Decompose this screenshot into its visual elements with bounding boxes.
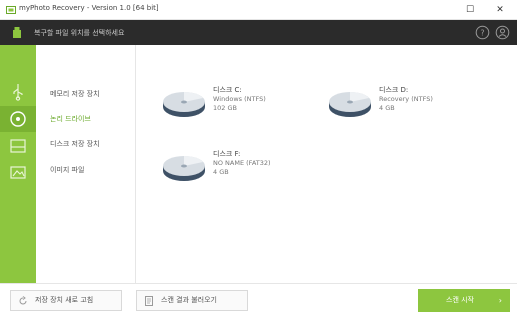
drive-card-d[interactable]: 디스크 D: Recovery (NTFS) 4 GB [327,83,507,127]
drive-name: 디스크 F: [213,150,241,158]
sidebar-menu: 메모리 저장 장치 논리 드라이브 디스크 저장 장치 이미지 파일 [36,45,136,283]
drive-list: 디스크 C: Windows (NTFS) 102 GB 디스크 D: Reco… [137,45,517,283]
usb-device-icon [13,27,21,38]
sidebar-item-logical-drive[interactable]: 논리 드라이브 [50,112,91,126]
drive-card-f[interactable]: 디스크 F: NO NAME (FAT32) 4 GB [161,147,341,191]
load-scan-results-label: 스캔 결과 불러오기 [161,296,217,304]
window-title: myPhoto Recovery - Version 1.0 [64 bit] [19,4,159,12]
hard-disk-icon[interactable] [9,137,27,155]
sidebar-icon-rail [0,45,36,283]
footer-bar: 저장 장치 새로 고침 스캔 결과 불러오기 스캔 시작 › [0,283,517,316]
refresh-icon [19,296,27,305]
refresh-devices-label: 저장 장치 새로 고침 [35,296,94,304]
refresh-devices-button[interactable]: 저장 장치 새로 고침 [10,290,122,311]
header-bar: 복구할 파일 위치를 선택하세요 ? [0,20,517,45]
drive-label: NO NAME (FAT32) [213,159,271,167]
drive-name: 디스크 D: [379,86,409,94]
maximize-button[interactable]: ☐ [461,2,479,18]
logical-drive-icon[interactable] [9,110,27,128]
title-bar: myPhoto Recovery - Version 1.0 [64 bit] … [0,0,517,20]
sidebar-item-memory-storage[interactable]: 메모리 저장 장치 [50,87,100,101]
drive-size: 102 GB [213,104,237,112]
close-button[interactable]: ✕ [491,2,509,18]
drive-size: 4 GB [213,168,229,176]
drive-size: 4 GB [379,104,395,112]
usb-icon[interactable] [9,83,27,101]
header-instruction: 복구할 파일 위치를 선택하세요 [34,29,125,37]
start-scan-button[interactable]: 스캔 시작 › [418,289,510,312]
drive-card-c[interactable]: 디스크 C: Windows (NTFS) 102 GB [161,83,341,127]
drive-name: 디스크 C: [213,86,242,94]
drive-label: Recovery (NTFS) [379,95,433,103]
svg-text:?: ? [480,29,484,38]
help-icon[interactable]: ? [475,25,490,40]
image-file-icon[interactable] [9,163,27,181]
sidebar-item-disk-storage[interactable]: 디스크 저장 장치 [50,137,100,151]
chevron-right-icon: › [498,296,502,305]
disk-drive-icon [329,92,371,117]
start-scan-label: 스캔 시작 [446,296,474,304]
sidebar-item-image-file[interactable]: 이미지 파일 [50,163,84,177]
disk-drive-icon [163,92,205,117]
document-icon [145,296,153,306]
load-scan-results-button[interactable]: 스캔 결과 불러오기 [136,290,248,311]
app-logo-icon [6,6,16,14]
account-icon[interactable] [495,25,510,40]
disk-drive-icon [163,156,205,181]
drive-label: Windows (NTFS) [213,95,266,103]
